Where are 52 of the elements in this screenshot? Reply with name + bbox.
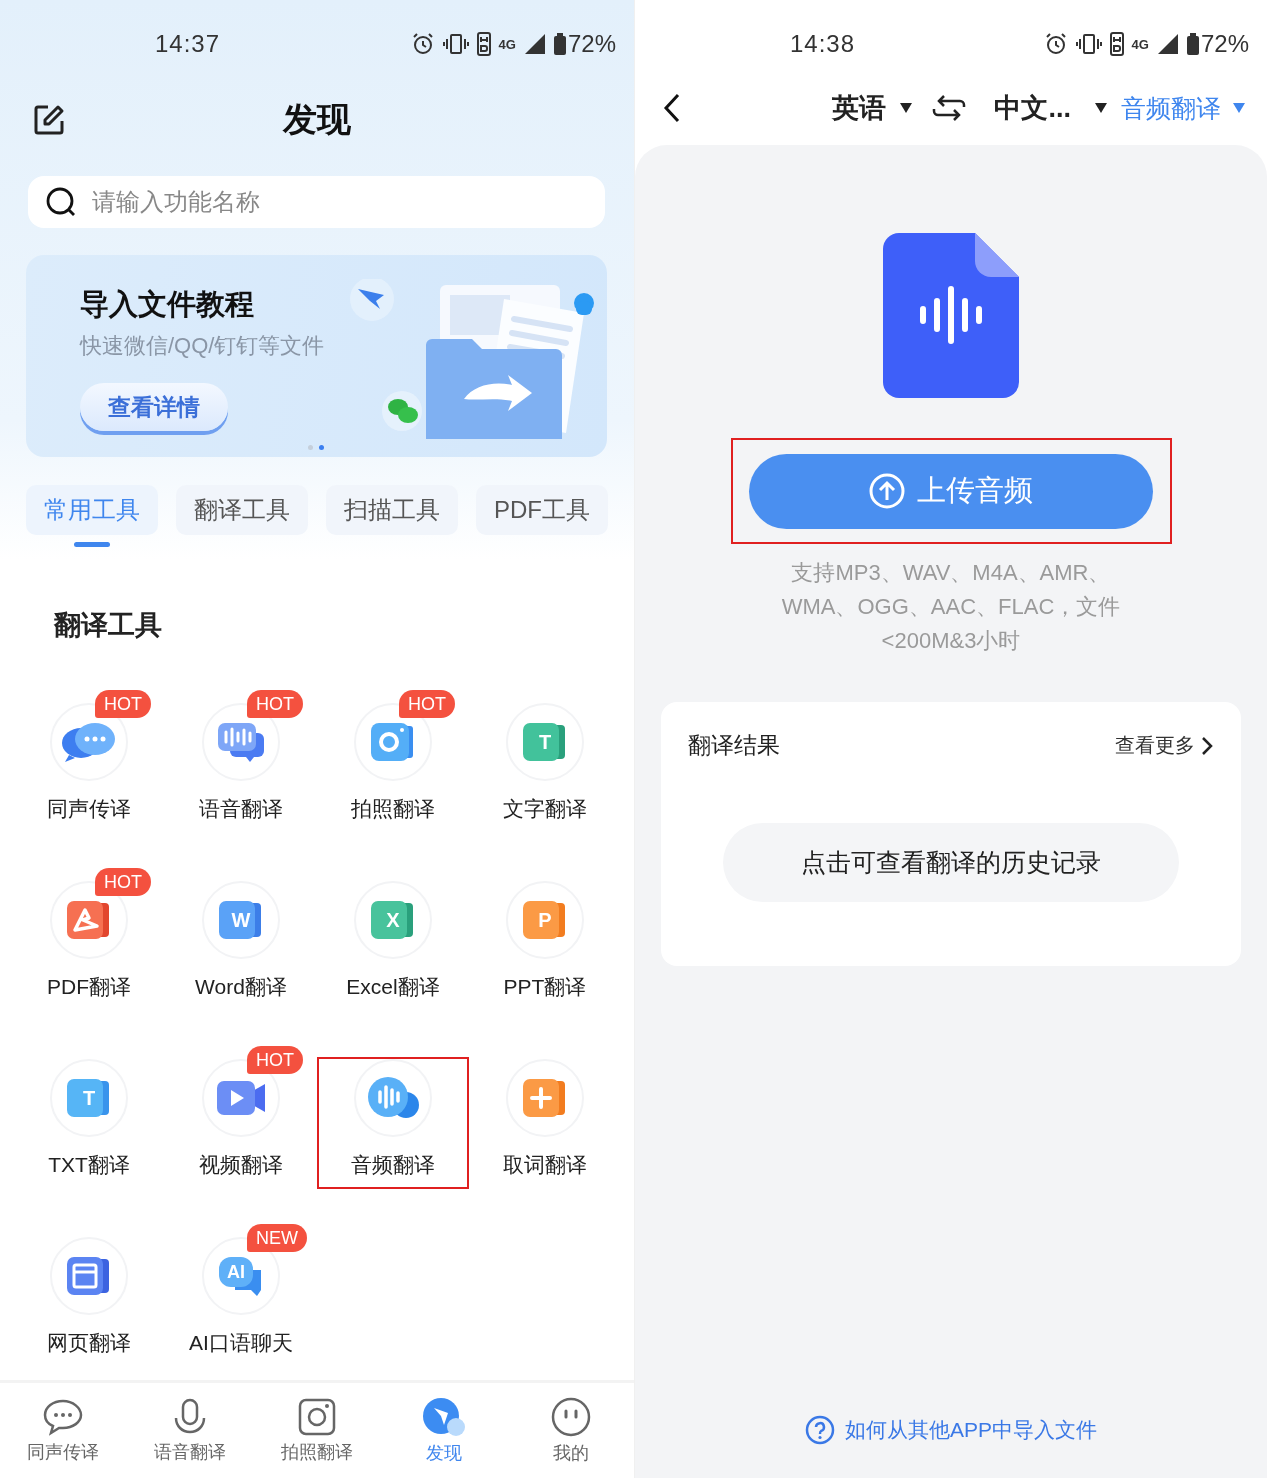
upload-audio-button[interactable]: 上传音频 <box>749 453 1153 529</box>
nav-item[interactable]: 我的 <box>507 1383 634 1478</box>
tool-label: 文字翻译 <box>503 796 587 822</box>
tool-label: 网页翻译 <box>47 1330 131 1356</box>
tool-badge: HOT <box>247 1046 303 1074</box>
battery-level: 72% <box>567 30 616 58</box>
tool-label: TXT翻译 <box>48 1152 130 1178</box>
formats-note: <200M&3小时 <box>881 627 1021 655</box>
tool-label: Excel翻译 <box>346 974 440 1000</box>
section-title: 翻译工具 <box>54 609 163 642</box>
battery-level: 72% <box>1200 30 1249 58</box>
tool-badge: NEW <box>247 1224 307 1252</box>
page-title: 发现 <box>283 99 351 140</box>
more-link[interactable]: 查看更多 <box>1115 732 1213 759</box>
tool-label: 取词翻译 <box>503 1152 587 1178</box>
nav-item[interactable]: 语音翻译 <box>126 1383 254 1478</box>
tool-label: 拍照翻译 <box>351 796 435 822</box>
tool-badge: HOT <box>95 690 151 718</box>
nav-item[interactable]: 发现 <box>380 1383 508 1478</box>
tool-label: PPT翻译 <box>503 974 587 1000</box>
mode-selector[interactable]: 音频翻译 <box>1121 91 1221 125</box>
tool-label: Word翻译 <box>195 974 287 1000</box>
tool-label: 视频翻译 <box>199 1152 283 1178</box>
tool-label: PDF翻译 <box>47 974 131 1000</box>
tool-badge: HOT <box>247 690 303 718</box>
formats-note: 支持MP3、WAV、M4A、AMR、 <box>791 559 1111 587</box>
nav-item[interactable]: 拍照翻译 <box>253 1383 381 1478</box>
status-time: 14:38 <box>790 30 857 58</box>
status-time: 14:37 <box>155 30 222 58</box>
banner-title: 导入文件教程 <box>80 287 254 322</box>
tool-label: 音频翻译 <box>351 1152 435 1178</box>
formats-note: WMA、OGG、AAC、FLAC，文件 <box>781 593 1121 621</box>
help-link[interactable]: 如何从其他APP中导入文件 <box>799 1414 1103 1446</box>
source-language[interactable]: 英语 <box>832 90 887 126</box>
tool-label: 语音翻译 <box>199 796 283 822</box>
tool-label: AI口语聊天 <box>189 1330 293 1356</box>
category-tab[interactable]: 扫描工具 <box>326 485 458 535</box>
category-tab[interactable]: 常用工具 <box>26 485 158 535</box>
history-button[interactable]: 点击可查看翻译的历史记录 <box>722 823 1179 902</box>
tool-badge: HOT <box>95 868 151 896</box>
banner-subtitle: 快速微信/QQ/钉钉等文件 <box>80 332 325 360</box>
target-language[interactable]: 中文... <box>994 90 1071 126</box>
network-type: 4G <box>1131 37 1149 51</box>
results-title: 翻译结果 <box>688 731 780 760</box>
search-field[interactable]: 请输入功能名称 <box>28 176 605 228</box>
tool-badge: HOT <box>399 690 455 718</box>
category-tab[interactable]: 翻译工具 <box>176 485 308 535</box>
category-tab[interactable]: PDF工具 <box>476 485 608 535</box>
network-type: 4G <box>498 37 516 51</box>
tutorial-banner[interactable]: 导入文件教程 快速微信/QQ/钉钉等文件 查看详情 <box>26 255 607 457</box>
tool-label: 同声传译 <box>47 796 131 822</box>
nav-item[interactable]: 同声传译 <box>0 1383 127 1478</box>
